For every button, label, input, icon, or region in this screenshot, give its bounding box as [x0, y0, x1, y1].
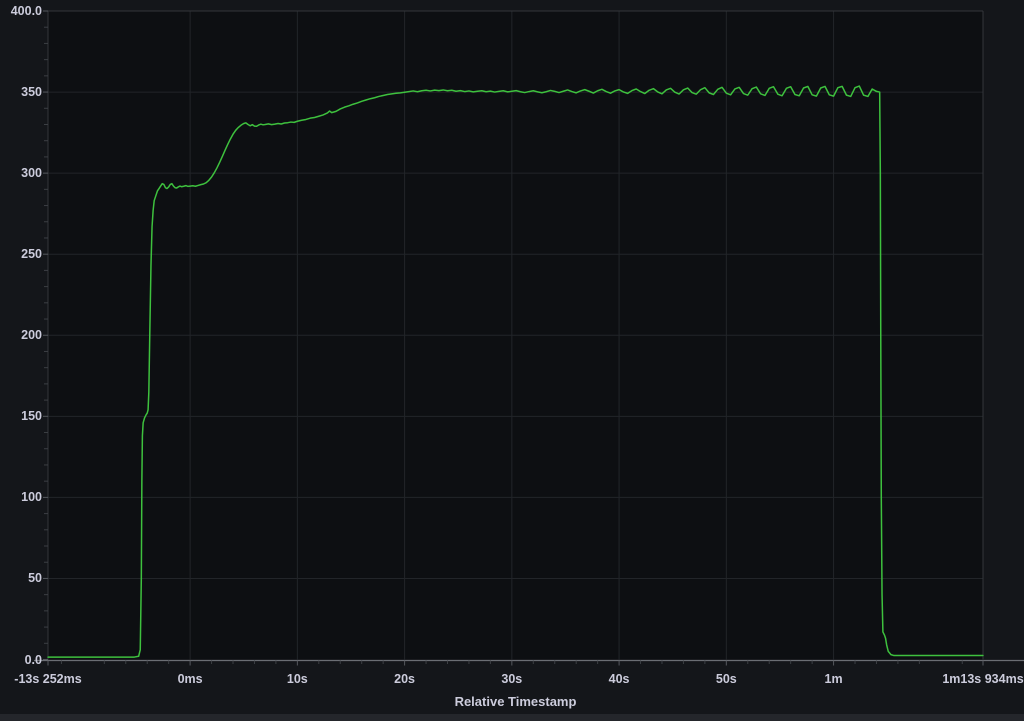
- y-tick-label: 300: [0, 165, 42, 181]
- y-tick-label: 350: [0, 84, 42, 100]
- y-tick-label: 200: [0, 327, 42, 343]
- timeseries-chart[interactable]: [0, 0, 1024, 721]
- chart-panel: 400.0350300250200150100500.0 -13s 252ms0…: [0, 0, 1024, 721]
- y-tick-label: 0.0: [0, 652, 42, 668]
- x-axis-title: Relative Timestamp: [48, 694, 983, 709]
- x-tick-label: 1m13s 934ms: [918, 671, 1024, 687]
- x-tick-label: 1m: [769, 671, 899, 687]
- y-tick-label: 50: [0, 570, 42, 586]
- y-tick-label: 150: [0, 408, 42, 424]
- y-tick-label: 250: [0, 246, 42, 262]
- x-tick-label: -13s 252ms: [0, 671, 113, 687]
- bottom-panel-edge: [0, 714, 1024, 721]
- y-tick-label: 400.0: [0, 3, 42, 19]
- y-tick-label: 100: [0, 489, 42, 505]
